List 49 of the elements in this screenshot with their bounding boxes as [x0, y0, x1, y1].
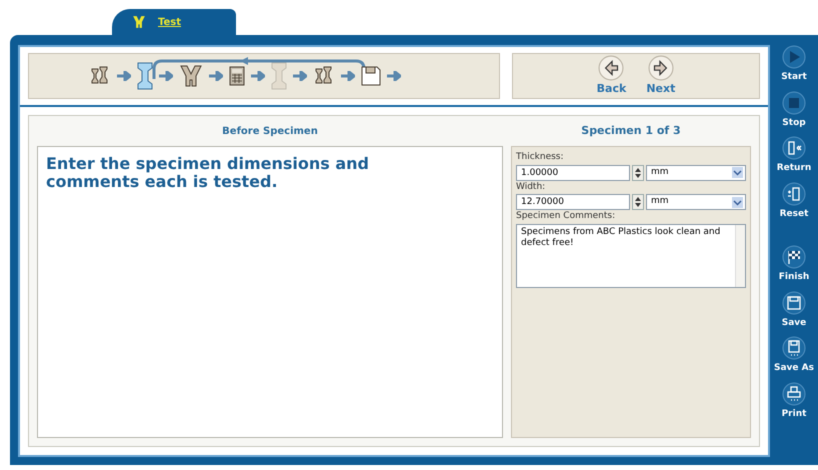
- printer-icon: [782, 382, 806, 406]
- toolbar-button[interactable]: Save: [770, 290, 818, 330]
- comments-text: Specimens from ABC Plastics look clean and defect free!: [520, 226, 722, 250]
- unit-dropdown[interactable]: mm: [646, 164, 746, 180]
- panel-heading: Before Specimen: [222, 124, 318, 138]
- dropdown-arrow-icon: [732, 167, 743, 178]
- flow-arrow-icon: [293, 71, 307, 81]
- instruction-text: Enter the specimen dimensions and comments each is tested.: [46, 155, 370, 191]
- toolbar-button[interactable]: Reset: [770, 182, 818, 221]
- scrollbar[interactable]: [735, 224, 745, 286]
- spinner[interactable]: [632, 194, 644, 210]
- toolbar-button[interactable]: Stop: [770, 90, 818, 130]
- spin-down-icon: [635, 203, 641, 207]
- panel-heading: Specimen 1 of 3: [581, 122, 681, 139]
- loop-arrow-icon: [150, 57, 368, 81]
- toolbar-button[interactable]: Return: [770, 136, 818, 176]
- stop-icon: [782, 90, 806, 114]
- tab[interactable]: Test: [112, 9, 236, 35]
- nav-button[interactable]: Back: [596, 54, 626, 98]
- spin-up-icon: [635, 197, 641, 201]
- toolbar-button[interactable]: Print: [770, 382, 818, 421]
- floppy-disk-icon: [782, 290, 806, 314]
- nav-button[interactable]: Next: [646, 54, 676, 98]
- toolbar-button[interactable]: Start: [770, 45, 818, 84]
- field-label: Thickness:: [516, 151, 565, 164]
- number-field[interactable]: 12.70000: [516, 194, 630, 210]
- flow-arrow-icon: [159, 71, 173, 81]
- spin-up-icon: [635, 168, 641, 172]
- field-label: Specimen Comments:: [516, 210, 616, 223]
- flow-arrow-icon: [117, 71, 131, 81]
- spinner[interactable]: [632, 164, 644, 180]
- number-field[interactable]: 1.00000: [516, 164, 630, 180]
- flow-arrow-icon: [341, 71, 355, 81]
- flow-arrow-icon: [387, 71, 401, 81]
- grips-icon: [132, 15, 146, 29]
- dropdown-arrow-icon: [732, 196, 743, 208]
- toolbar-button[interactable]: Save As: [770, 336, 818, 376]
- comments-field[interactable]: Specimens from ABC Plastics look clean and defect free!: [516, 224, 746, 288]
- return-icon: [782, 136, 806, 160]
- spin-down-icon: [635, 174, 641, 178]
- play-icon: [782, 45, 806, 69]
- checkered-flag-icon: [782, 245, 806, 269]
- flow-arrow-icon: [251, 71, 265, 81]
- floppy-disk-icon: [782, 336, 806, 360]
- flow-arrow-icon: [209, 71, 223, 81]
- field-label: Width:: [516, 180, 546, 194]
- toolbar-button[interactable]: Finish: [770, 245, 818, 284]
- unit-dropdown[interactable]: mm: [646, 194, 746, 210]
- reset-icon: [782, 182, 806, 206]
